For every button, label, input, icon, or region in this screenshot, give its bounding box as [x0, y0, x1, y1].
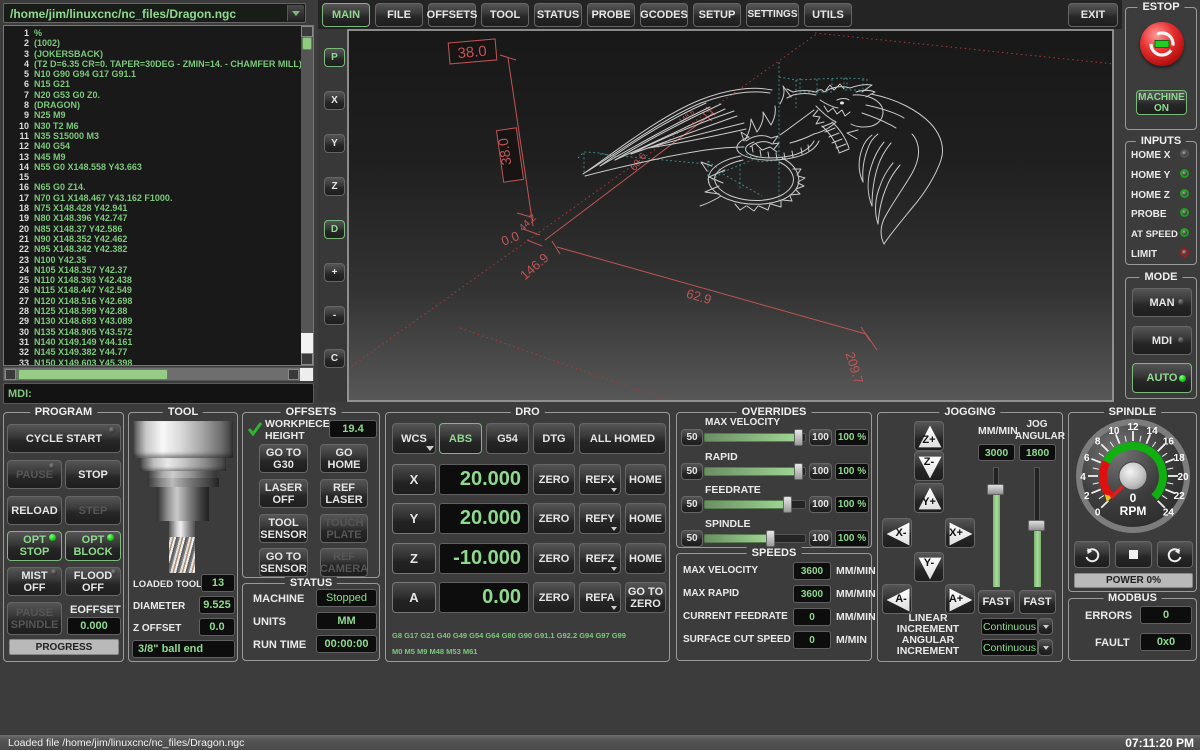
svg-text:4: 4: [1080, 472, 1086, 483]
svg-text:RPM: RPM: [1120, 504, 1147, 518]
svg-text:16: 16: [1163, 437, 1175, 448]
svg-text:12: 12: [1127, 422, 1139, 433]
svg-text:0: 0: [1095, 507, 1101, 518]
svg-text:8: 8: [1095, 437, 1101, 448]
svg-text:2: 2: [1084, 491, 1090, 502]
svg-text:10: 10: [1108, 426, 1120, 437]
svg-text:24: 24: [1163, 507, 1175, 518]
svg-text:6: 6: [1084, 453, 1090, 464]
svg-text:0: 0: [1130, 491, 1137, 505]
svg-text:18: 18: [1174, 453, 1186, 464]
svg-text:22: 22: [1174, 491, 1186, 502]
svg-text:20: 20: [1177, 472, 1189, 483]
svg-text:38.0: 38.0: [457, 43, 488, 62]
svg-text:14: 14: [1147, 426, 1159, 437]
